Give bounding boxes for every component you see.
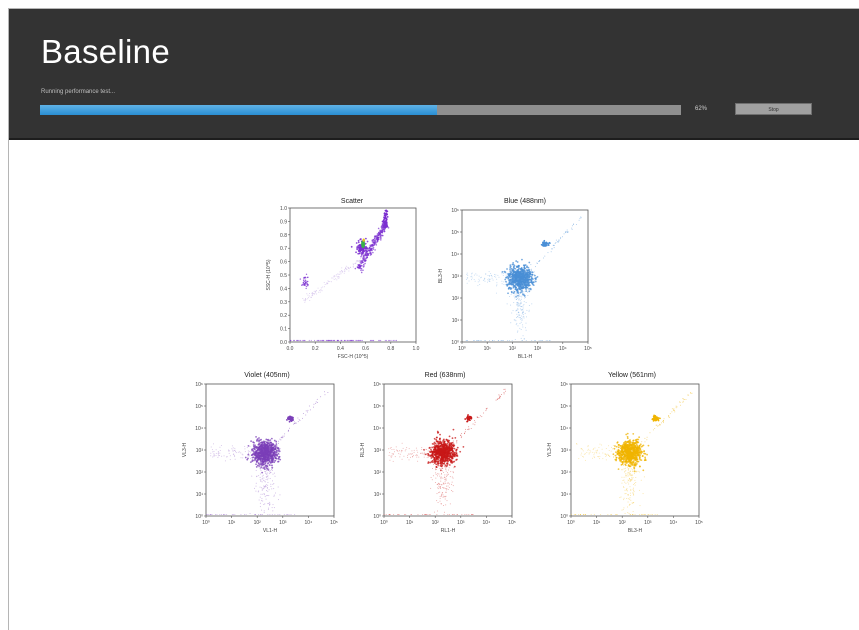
y-tick-label: 10⁰ (560, 514, 568, 520)
header-bar: Baseline Running performance test... 62%… (9, 9, 859, 140)
x-tick-label: 10¹ (228, 520, 236, 526)
plot-violet: Violet (405nm) 10⁰ 10¹ 10² 10³ 10⁴ 10⁵ 10⁰ 10¹ 1… (170, 370, 345, 545)
y-tick-label: 0.5 (280, 273, 287, 279)
y-tick-label: 0.2 (280, 313, 287, 319)
stop-button[interactable]: Stop (735, 103, 812, 115)
x-tick-label: 10⁵ (584, 346, 592, 352)
x-tick-label: 10³ (534, 346, 542, 352)
y-tick-label: 10⁴ (451, 252, 459, 258)
y-tick-label: 0.6 (280, 260, 287, 266)
y-tick-label: 10⁰ (451, 340, 459, 346)
x-tick-label: 10³ (457, 520, 465, 526)
x-tick-label: 10⁰ (458, 346, 466, 352)
x-tick-label: 10⁵ (695, 520, 703, 526)
x-tick-label: 10¹ (484, 346, 492, 352)
y-tick-label: 10¹ (561, 492, 569, 498)
x-tick-label: 0.8 (387, 346, 394, 352)
violet-plot-canvas: 10⁰ 10¹ 10² 10³ 10⁴ 10⁵ 10⁰ 10¹ 10² 10³ 10⁴ 10⁵ 10⁶ V… (182, 382, 338, 534)
x-tick-label: 10⁰ (380, 520, 388, 526)
status-text: Running performance test... (41, 89, 116, 95)
y-tick-label: 10⁵ (560, 404, 568, 410)
y-tick-label: 10³ (374, 448, 382, 454)
y-tick-label: 10³ (196, 448, 204, 454)
y-tick-label: 0.7 (280, 246, 287, 252)
x-tick-label: 10⁵ (508, 520, 516, 526)
y-tick-label: 10⁵ (195, 404, 203, 410)
x-tick-label: 1.0 (413, 346, 420, 352)
x-tick-label: 10² (432, 520, 440, 526)
y-tick-label: 0.3 (280, 300, 287, 306)
x-tick-label: 10⁵ (330, 520, 338, 526)
x-tick-label: 10⁴ (483, 520, 491, 526)
y-axis-label: VL3-H (182, 443, 188, 458)
y-tick-label: 10² (196, 470, 204, 476)
y-tick-label: 10¹ (452, 318, 460, 324)
y-tick-label: 10⁴ (195, 426, 203, 432)
y-tick-label: 10² (452, 296, 460, 302)
x-tick-label: 10⁴ (559, 346, 567, 352)
plot-red: Red (638nm) 10⁰ 10¹ 10² 10³ 10⁴ 10⁵ 10⁰ 10¹ 10² 1… (348, 370, 523, 545)
y-axis-label: RL3-H (360, 442, 366, 457)
y-tick-label: 10⁰ (373, 514, 381, 520)
y-tick-label: 0.8 (280, 233, 287, 239)
plot-blue: Blue (488nm) 10⁰ 10¹ 10² 10³ 10⁴ 10⁵ 10⁰ 10¹ 10²… (432, 196, 602, 371)
x-axis-label: FSC-H (10^5) (338, 354, 369, 360)
x-tick-label: 10² (254, 520, 262, 526)
y-tick-label: 10⁰ (195, 514, 203, 520)
y-tick-label: 10¹ (196, 492, 204, 498)
x-axis-label: BL3-H (628, 528, 643, 534)
x-tick-label: 10⁴ (305, 520, 313, 526)
x-tick-label: 10⁴ (670, 520, 678, 526)
blue-plot-canvas: 10⁰ 10¹ 10² 10³ 10⁴ 10⁵ 10⁰ 10¹ 10² 10³ 10⁴ 10⁵ 10⁶ B… (438, 208, 592, 360)
x-tick-label: 10³ (279, 520, 287, 526)
y-tick-label: 10⁵ (373, 404, 381, 410)
progress-bar-fill (40, 105, 438, 115)
y-axis-label: BL3-H (438, 269, 444, 284)
y-tick-label: 10⁴ (373, 426, 381, 432)
y-tick-label: 10⁶ (451, 208, 459, 214)
x-axis-label: VL1-H (263, 528, 278, 534)
x-tick-label: 10⁰ (202, 520, 210, 526)
yellow-plot-canvas: 10⁰ 10¹ 10² 10³ 10⁴ 10⁵ 10⁰ 10¹ 10² 10³ 10⁴ 10⁵ 10⁶ B… (547, 382, 703, 534)
y-tick-label: 10⁶ (560, 382, 568, 388)
y-tick-label: 10⁴ (560, 426, 568, 432)
y-tick-label: 1.0 (280, 206, 287, 212)
y-tick-label: 10³ (561, 448, 569, 454)
progress-bar (40, 105, 681, 115)
y-tick-label: 10² (561, 470, 569, 476)
scatter-plot-canvas: 0.0 0.2 0.4 0.6 0.8 1.0 0.0 0.1 0.2 0.3 0.4 0.5 0.6 0… (266, 206, 420, 360)
x-tick-label: 10³ (644, 520, 652, 526)
y-tick-label: 0.1 (280, 327, 287, 333)
y-tick-label: 10⁶ (195, 382, 203, 388)
y-tick-label: 0.4 (280, 286, 287, 292)
y-axis-label: SSC-H (10^5) (266, 259, 272, 290)
y-tick-label: 10² (374, 470, 382, 476)
page-title: Baseline (41, 33, 170, 70)
plot-scatter: Scatter 0.0 0.2 0.4 0.6 0.8 1.0 0.0 0.1 0.2 0.3 0.… (260, 196, 430, 371)
x-tick-label: 0.4 (337, 346, 344, 352)
y-axis-label: YL3-H (547, 443, 553, 458)
y-tick-label: 0.9 (280, 219, 287, 225)
x-tick-label: 0.0 (287, 346, 294, 352)
y-tick-label: 0.0 (280, 340, 287, 346)
x-tick-label: 10² (509, 346, 517, 352)
y-tick-label: 10¹ (374, 492, 382, 498)
plot-yellow: Yellow (561nm) 10⁰ 10¹ 10² 10³ 10⁴ 10⁵ 10⁰ 10¹ 1… (535, 370, 710, 545)
x-tick-label: 10⁰ (567, 520, 575, 526)
y-tick-label: 10⁶ (373, 382, 381, 388)
y-tick-label: 10⁵ (451, 230, 459, 236)
red-plot-canvas: 10⁰ 10¹ 10² 10³ 10⁴ 10⁵ 10⁰ 10¹ 10² 10³ 10⁴ 10⁵ 10⁶ R… (360, 382, 516, 534)
x-tick-label: 10¹ (406, 520, 414, 526)
x-tick-label: 10¹ (593, 520, 601, 526)
plot-axes-frame (289, 207, 417, 343)
x-tick-label: 0.6 (362, 346, 369, 352)
x-tick-label: 10² (619, 520, 627, 526)
progress-percent-label: 62% (695, 106, 708, 112)
x-axis-label: RL1-H (441, 528, 456, 534)
x-tick-label: 0.2 (312, 346, 319, 352)
x-axis-label: BL1-H (518, 354, 533, 360)
y-tick-label: 10³ (452, 274, 460, 280)
